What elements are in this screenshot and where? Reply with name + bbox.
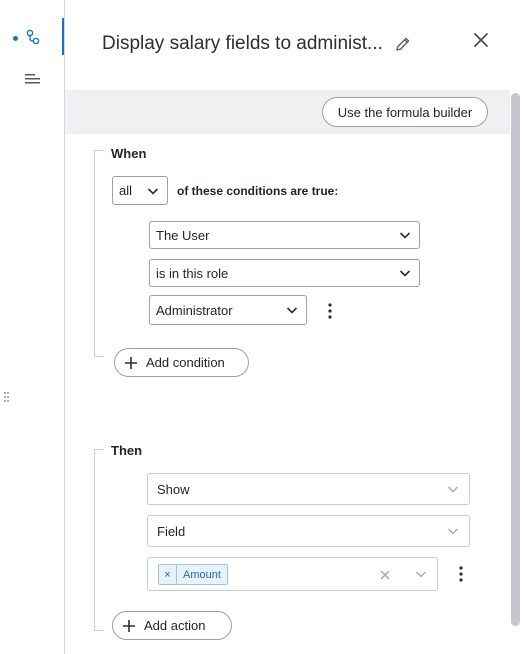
when-label: When xyxy=(111,146,147,161)
condition-value-value: Administrator xyxy=(156,302,233,318)
resize-handle-icon[interactable] xyxy=(4,391,9,405)
field-chip: × Amount xyxy=(158,564,228,585)
condition-operator-select[interactable]: is in this role xyxy=(149,259,420,287)
add-condition-label: Add condition xyxy=(146,355,225,370)
rule-editor-panel: Display salary fields to administ... Use… xyxy=(65,0,522,654)
rail-active-dot xyxy=(13,36,18,41)
condition-value-select[interactable]: Administrator xyxy=(149,295,307,325)
close-icon[interactable] xyxy=(473,32,489,53)
condition-more-icon[interactable] xyxy=(327,303,333,319)
chevron-down-icon xyxy=(399,266,411,281)
rail-active-indicator xyxy=(62,18,64,55)
chip-remove-icon[interactable]: × xyxy=(159,565,177,584)
chevron-down-icon xyxy=(147,183,159,198)
match-description: of these conditions are true: xyxy=(177,184,339,198)
chevron-down-icon xyxy=(399,228,411,243)
chevron-down-icon xyxy=(415,567,427,582)
field-chip-label: Amount xyxy=(183,568,221,581)
action-select-value: Show xyxy=(157,481,190,497)
target-select[interactable]: Field xyxy=(147,515,470,547)
field-multiselect[interactable]: × Amount xyxy=(147,557,438,591)
chevron-down-icon xyxy=(447,524,459,539)
formula-builder-button[interactable]: Use the formula builder xyxy=(322,97,488,127)
add-action-label: Add action xyxy=(144,618,206,633)
action-more-icon[interactable] xyxy=(458,566,464,582)
then-bracket xyxy=(94,449,104,631)
condition-operator-value: is in this role xyxy=(156,265,229,281)
pencil-icon[interactable] xyxy=(395,36,411,57)
then-label: Then xyxy=(111,443,143,458)
list-icon[interactable] xyxy=(25,73,41,91)
condition-subject-select[interactable]: The User xyxy=(149,221,420,249)
add-condition-button[interactable]: Add condition xyxy=(114,348,249,377)
chevron-down-icon xyxy=(447,482,459,497)
scrollbar-thumb[interactable] xyxy=(511,93,520,626)
plus-icon xyxy=(124,356,138,370)
clear-icon[interactable] xyxy=(380,568,390,583)
match-select-value: all xyxy=(119,183,133,198)
when-bracket xyxy=(94,150,104,357)
page-title: Display salary fields to administ... xyxy=(102,33,383,54)
plus-icon xyxy=(122,619,136,633)
left-rail xyxy=(0,0,65,654)
formula-toolbar: Use the formula builder xyxy=(65,90,510,134)
match-select[interactable]: all xyxy=(112,176,168,205)
chevron-down-icon xyxy=(286,303,298,318)
add-action-button[interactable]: Add action xyxy=(112,611,232,640)
rule-content: Use the formula builder When all of thes… xyxy=(65,90,510,654)
target-select-value: Field xyxy=(157,523,186,539)
action-select[interactable]: Show xyxy=(147,473,470,505)
condition-subject-value: The User xyxy=(156,227,210,243)
rules-icon[interactable] xyxy=(26,29,40,50)
